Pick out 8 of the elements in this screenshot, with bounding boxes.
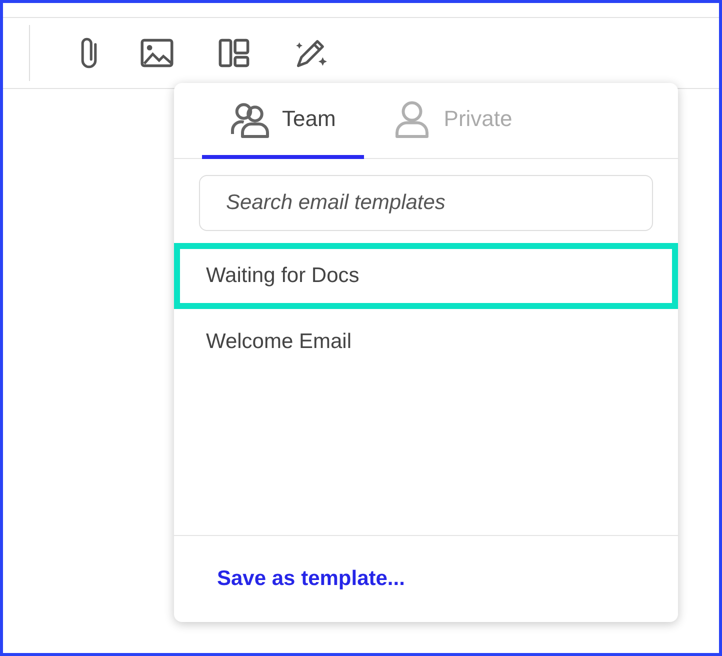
search-field[interactable]: Search email templates	[199, 175, 653, 231]
save-template-link[interactable]: Save as template...	[217, 567, 405, 591]
image-icon	[140, 36, 174, 70]
layout-icon	[217, 36, 251, 70]
paperclip-icon	[81, 36, 97, 70]
template-item[interactable]: Welcome Email	[174, 309, 678, 375]
tab[interactable]: Team	[202, 83, 364, 159]
template-item[interactable]: Waiting for Docs	[174, 243, 678, 309]
